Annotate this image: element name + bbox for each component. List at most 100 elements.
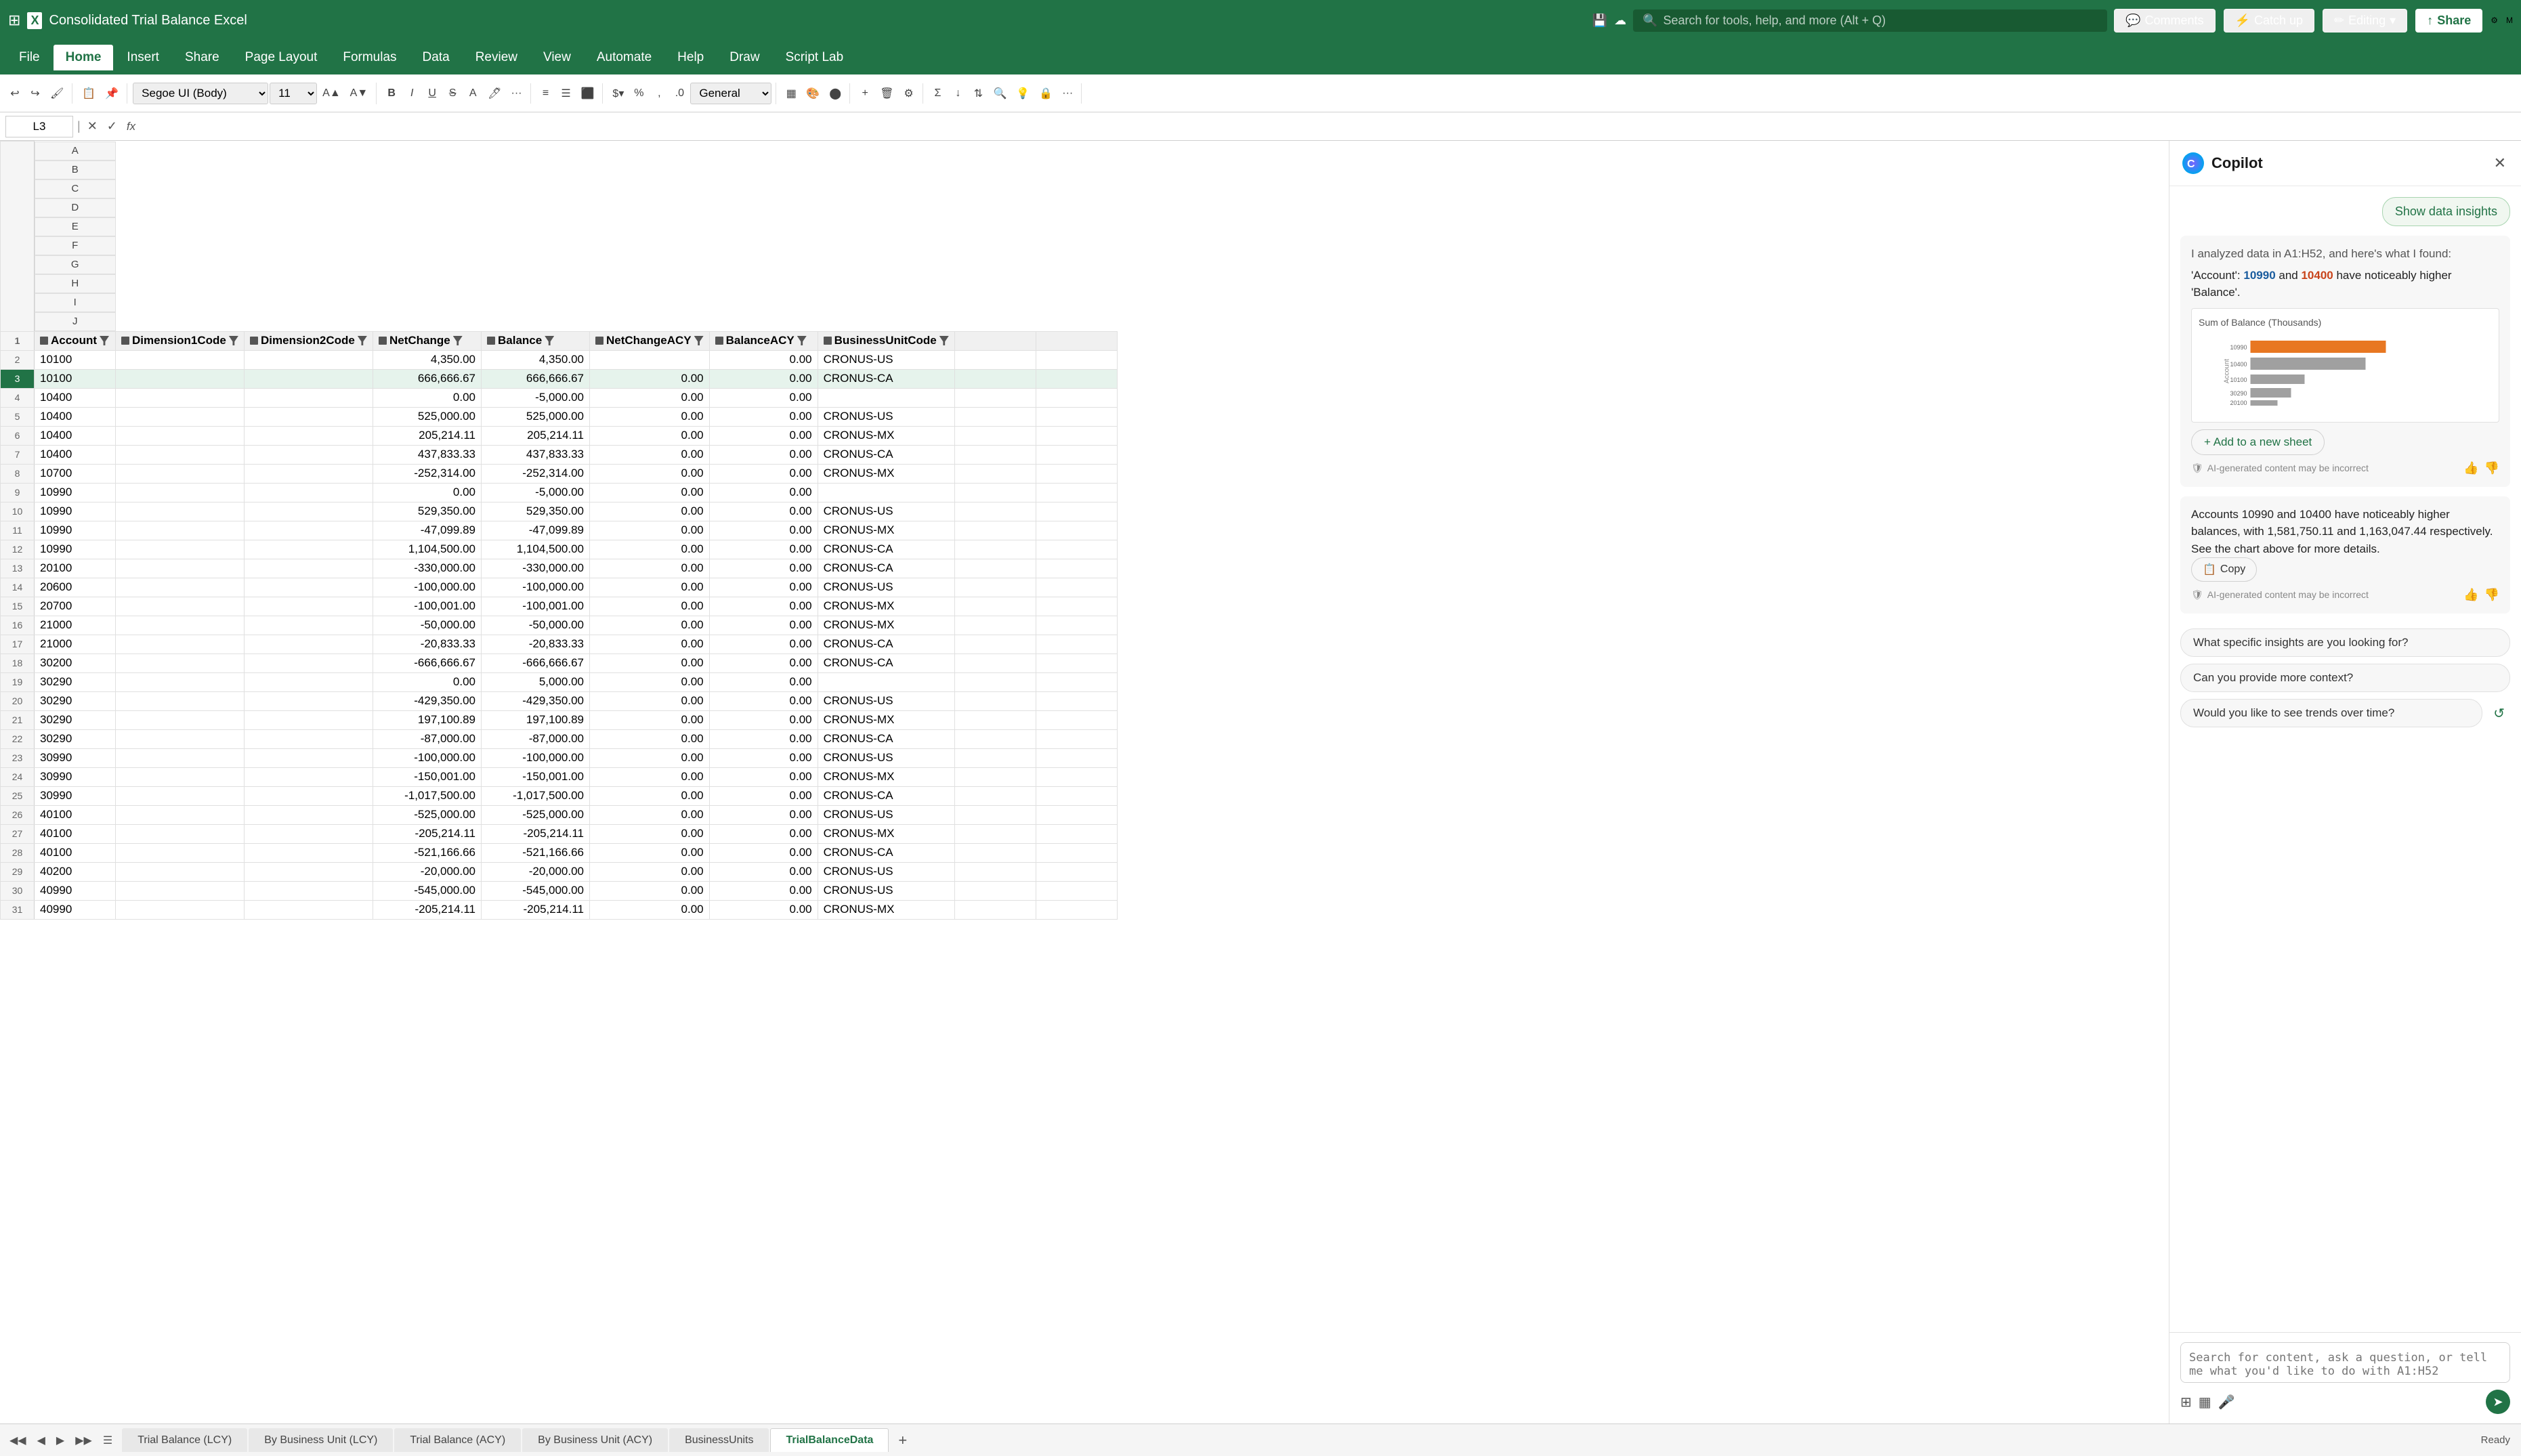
cell-16-c[interactable] bbox=[245, 616, 373, 635]
cell-25-i[interactable] bbox=[954, 786, 1036, 805]
cell-6-f[interactable]: 0.00 bbox=[590, 426, 710, 445]
cell-15-c[interactable] bbox=[245, 597, 373, 616]
sheet-nav-left[interactable]: ◀◀ bbox=[5, 1431, 30, 1450]
cell-28-g[interactable]: 0.00 bbox=[709, 843, 818, 862]
cell-21-d[interactable]: 197,100.89 bbox=[373, 710, 482, 729]
cell-22-e[interactable]: -87,000.00 bbox=[482, 729, 590, 748]
col-header-i[interactable]: I bbox=[35, 293, 116, 312]
formula-cancel-button[interactable]: ✕ bbox=[85, 118, 100, 135]
header-businessunit[interactable]: BusinessUnitCode bbox=[818, 331, 954, 350]
cell-24-f[interactable]: 0.00 bbox=[590, 767, 710, 786]
col-header-g[interactable]: G bbox=[35, 255, 116, 274]
cell-13-h[interactable]: CRONUS-CA bbox=[818, 559, 954, 578]
increase-font-button[interactable]: A▲ bbox=[318, 83, 345, 104]
cell-6-i[interactable] bbox=[954, 426, 1036, 445]
cell-28-b[interactable] bbox=[116, 843, 245, 862]
cell-13-j[interactable] bbox=[1036, 559, 1117, 578]
cell-14-d[interactable]: -100,000.00 bbox=[373, 578, 482, 597]
cell-19-e[interactable]: 5,000.00 bbox=[482, 672, 590, 691]
cell-16-f[interactable]: 0.00 bbox=[590, 616, 710, 635]
tab-by-business-unit-acy[interactable]: By Business Unit (ACY) bbox=[522, 1428, 668, 1452]
cell-5-b[interactable] bbox=[116, 407, 245, 426]
cell-23-g[interactable]: 0.00 bbox=[709, 748, 818, 767]
cell-16-g[interactable]: 0.00 bbox=[709, 616, 818, 635]
tab-formulas[interactable]: Formulas bbox=[331, 45, 408, 70]
cell-31-i[interactable] bbox=[954, 900, 1036, 919]
cell-30-c[interactable] bbox=[245, 881, 373, 900]
copy-button[interactable]: 📋 bbox=[78, 83, 100, 104]
cell-19-h[interactable] bbox=[818, 672, 954, 691]
cell-12-d[interactable]: 1,104,500.00 bbox=[373, 540, 482, 559]
cell-22-g[interactable]: 0.00 bbox=[709, 729, 818, 748]
cell-19-c[interactable] bbox=[245, 672, 373, 691]
cell-29-c[interactable] bbox=[245, 862, 373, 881]
table-row[interactable]: 2030290-429,350.00-429,350.000.000.00CRO… bbox=[1, 691, 1118, 710]
cell-19-f[interactable]: 0.00 bbox=[590, 672, 710, 691]
cell-22-i[interactable] bbox=[954, 729, 1036, 748]
cell-8-d[interactable]: -252,314.00 bbox=[373, 464, 482, 483]
settings-icon[interactable]: ⚙ bbox=[2491, 16, 2498, 25]
cell-10-d[interactable]: 529,350.00 bbox=[373, 502, 482, 521]
cell-16-j[interactable] bbox=[1036, 616, 1117, 635]
cell-16-h[interactable]: CRONUS-MX bbox=[818, 616, 954, 635]
cell-14-i[interactable] bbox=[954, 578, 1036, 597]
table-row[interactable]: 2230290-87,000.00-87,000.000.000.00CRONU… bbox=[1, 729, 1118, 748]
cell-23-d[interactable]: -100,000.00 bbox=[373, 748, 482, 767]
table-row[interactable]: 510400525,000.00525,000.000.000.00CRONUS… bbox=[1, 407, 1118, 426]
cell-29-f[interactable]: 0.00 bbox=[590, 862, 710, 881]
cell-16-i[interactable] bbox=[954, 616, 1036, 635]
undo-button[interactable]: ↩ bbox=[5, 83, 24, 104]
cell-31-e[interactable]: -205,214.11 bbox=[482, 900, 590, 919]
table-row[interactable]: 310100666,666.67666,666.670.000.00CRONUS… bbox=[1, 369, 1118, 388]
cell-31-f[interactable]: 0.00 bbox=[590, 900, 710, 919]
wrap-text-button[interactable]: ⬛ bbox=[577, 83, 599, 104]
cell-18-e[interactable]: -666,666.67 bbox=[482, 654, 590, 672]
cell-5-g[interactable]: 0.00 bbox=[709, 407, 818, 426]
cell-15-j[interactable] bbox=[1036, 597, 1117, 616]
cell-12-j[interactable] bbox=[1036, 540, 1117, 559]
table-row[interactable]: 810700-252,314.00-252,314.000.000.00CRON… bbox=[1, 464, 1118, 483]
decrease-decimal-button[interactable]: .0 bbox=[670, 83, 689, 104]
cell-25-h[interactable]: CRONUS-CA bbox=[818, 786, 954, 805]
tab-draw[interactable]: Draw bbox=[717, 45, 771, 70]
cell-12-c[interactable] bbox=[245, 540, 373, 559]
cell-2-f[interactable] bbox=[590, 350, 710, 369]
cell-23-f[interactable]: 0.00 bbox=[590, 748, 710, 767]
cell-29-j[interactable] bbox=[1036, 862, 1117, 881]
cell-2-g[interactable]: 0.00 bbox=[709, 350, 818, 369]
cell-9-i[interactable] bbox=[954, 483, 1036, 502]
cell-14-g[interactable]: 0.00 bbox=[709, 578, 818, 597]
table-row[interactable]: 2640100-525,000.00-525,000.000.000.00CRO… bbox=[1, 805, 1118, 824]
cell-31-h[interactable]: CRONUS-MX bbox=[818, 900, 954, 919]
cell-20-g[interactable]: 0.00 bbox=[709, 691, 818, 710]
italic-button[interactable]: I bbox=[402, 83, 421, 104]
thumbs-down-2[interactable]: 👎 bbox=[2484, 586, 2499, 604]
cell-19-j[interactable] bbox=[1036, 672, 1117, 691]
cell-30-a[interactable]: 40990 bbox=[35, 881, 116, 900]
sheet-nav-last[interactable]: ▶▶ bbox=[71, 1431, 96, 1450]
suggestion-1-button[interactable]: What specific insights are you looking f… bbox=[2180, 628, 2510, 657]
strikethrough-button[interactable]: S bbox=[443, 83, 462, 104]
header-balance[interactable]: Balance bbox=[482, 331, 590, 350]
cell-7-e[interactable]: 437,833.33 bbox=[482, 445, 590, 464]
cell-21-a[interactable]: 30290 bbox=[35, 710, 116, 729]
cell-28-e[interactable]: -521,166.66 bbox=[482, 843, 590, 862]
cell-20-e[interactable]: -429,350.00 bbox=[482, 691, 590, 710]
cell-11-b[interactable] bbox=[116, 521, 245, 540]
cell-27-b[interactable] bbox=[116, 824, 245, 843]
cell-18-d[interactable]: -666,666.67 bbox=[373, 654, 482, 672]
add-sheet-button[interactable]: + bbox=[893, 1429, 912, 1452]
cell-29-a[interactable]: 40200 bbox=[35, 862, 116, 881]
tab-script-lab[interactable]: Script Lab bbox=[774, 45, 856, 70]
tab-review[interactable]: Review bbox=[463, 45, 530, 70]
cell-10-e[interactable]: 529,350.00 bbox=[482, 502, 590, 521]
cell-17-e[interactable]: -20,833.33 bbox=[482, 635, 590, 654]
cell-30-j[interactable] bbox=[1036, 881, 1117, 900]
cell-21-g[interactable]: 0.00 bbox=[709, 710, 818, 729]
cell-14-h[interactable]: CRONUS-US bbox=[818, 578, 954, 597]
font-size-selector[interactable]: 11 bbox=[270, 83, 317, 104]
cell-26-d[interactable]: -525,000.00 bbox=[373, 805, 482, 824]
cell-27-g[interactable]: 0.00 bbox=[709, 824, 818, 843]
underline-button[interactable]: U bbox=[423, 83, 442, 104]
redo-button[interactable]: ↪ bbox=[26, 83, 45, 104]
